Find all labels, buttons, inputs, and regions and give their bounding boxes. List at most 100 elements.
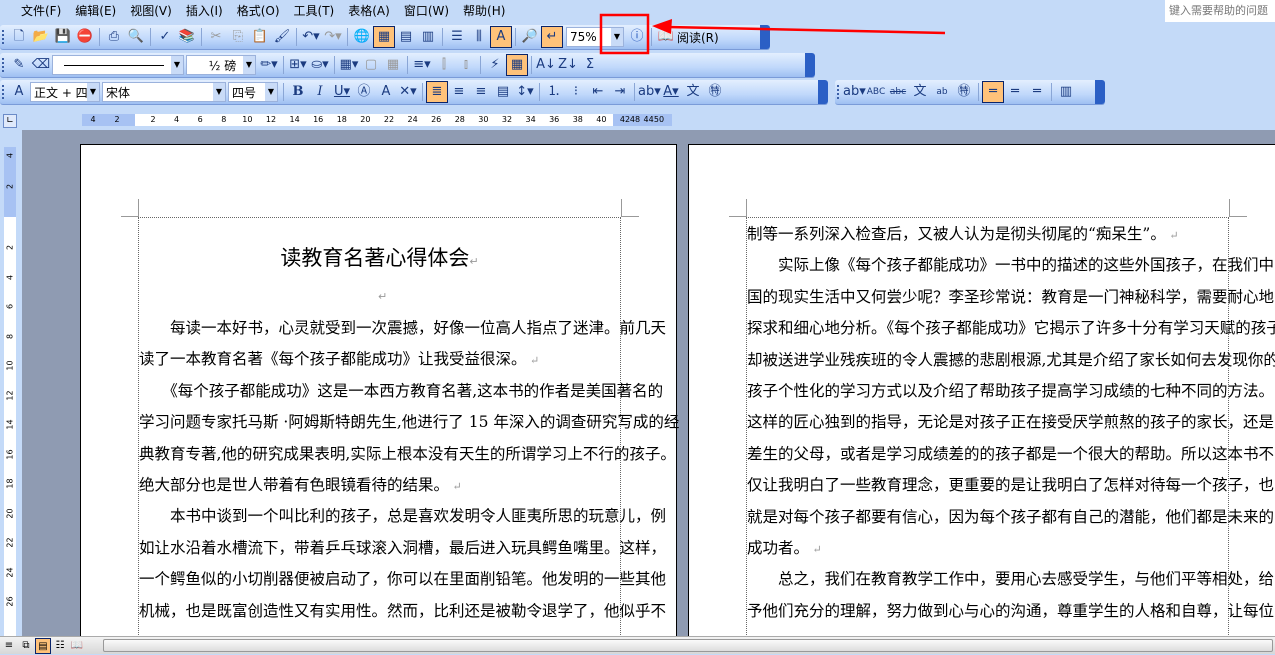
highlight-icon[interactable]: ab▾ (638, 81, 661, 103)
combine-characters-icon[interactable]: ab (931, 81, 953, 103)
character-scaling-icon[interactable]: ✕▾ (397, 81, 419, 103)
read-button[interactable]: 阅读(R) (677, 29, 719, 46)
text-line[interactable]: 实际上像《每个孩子都能成功》一书中的描述的这些外国孩子，在我们中 (747, 255, 1274, 275)
style-select[interactable]: 正文 + 四号▼ (30, 82, 100, 102)
paste-icon[interactable]: 📋 (249, 26, 271, 48)
distribute-rows-icon[interactable]: ⫿ (433, 54, 455, 76)
document-area[interactable]: 读教育名著心得体会↵ ↵ 每读一本好书，心灵就受到一次震撼，好像一位高人指点了迷… (22, 130, 1275, 636)
text-line[interactable]: 制等一系列深入检查后，又被人认为是彻头彻尾的“痴呆生”。 ↵ (747, 224, 1228, 244)
web-layout-view-icon[interactable]: ⧉ (18, 638, 34, 654)
redo-icon[interactable]: ↷▾ (322, 26, 344, 48)
text-line[interactable]: 每读一本好书，心灵就受到一次震撼，好像一位高人指点了迷津。前几天 (139, 318, 666, 338)
align-cell-icon[interactable]: ≡▾ (411, 54, 433, 76)
horizontal-ruler[interactable]: 4 2 2 4 6 8 10 12 14 16 18 20 22 24 26 28 30 32 34 36 38 40 42… (82, 114, 672, 126)
help-icon[interactable]: ⓘ (626, 26, 648, 48)
insert-table-icon[interactable]: ▤ (395, 26, 417, 48)
sort-descending-icon[interactable]: Z↓ (557, 54, 579, 76)
text-line[interactable]: 如让水沿着水槽流下，带着乒乓球滚入洞槽，最后进入玩具鳄鱼嘴里。这样， (139, 538, 666, 558)
text-line[interactable]: 读了一本教育名著《每个孩子都能成功》让我受益很深。 ↵ (139, 349, 620, 369)
text-line[interactable]: 成功者。 ↵ (747, 538, 1228, 558)
horizontal-scrollbar[interactable]: ≡ ⧉ ▤ ☷ 📖 (0, 636, 1275, 654)
insert-table-menu-icon[interactable]: ▦▾ (338, 54, 360, 76)
copy-icon[interactable]: ⎘ (227, 26, 249, 48)
merge-cells-icon[interactable]: ▢ (360, 54, 382, 76)
character-border-icon[interactable]: Ⓐ (353, 81, 375, 103)
columns-icon[interactable]: ☰ (446, 26, 468, 48)
menu-item[interactable]: 编辑(E) (68, 0, 123, 22)
distributed-icon[interactable]: ▤ (492, 81, 514, 103)
tab-selector-icon[interactable]: ∟ (3, 114, 17, 128)
table-autoformat-icon[interactable]: ⚡ (484, 54, 506, 76)
menu-item[interactable]: 窗口(W) (397, 0, 456, 22)
text-line[interactable]: 予他们充分的理解，努力做到心与心的沟通，尊重学生的人格和自尊，让每位 (747, 601, 1274, 621)
line-style-select[interactable]: ▼ (52, 55, 184, 75)
document-map-icon[interactable]: A (490, 26, 512, 48)
chevron-down-icon[interactable]: ▼ (611, 28, 623, 46)
cut-icon[interactable]: ✂ (205, 26, 227, 48)
help-search-input[interactable]: 键入需要帮助的问题 (1165, 0, 1275, 22)
underline-icon[interactable]: U▾ (331, 81, 353, 103)
show-gridlines-icon[interactable]: ▦ (506, 54, 528, 76)
text-line[interactable]: 探求和细心地分析。《每个孩子都能成功》它揭示了许多十分有学习天赋的孩子 (747, 318, 1275, 338)
center-icon[interactable]: ≡ (448, 81, 470, 103)
enclose-character-icon[interactable]: ㊕ (704, 81, 726, 103)
chevron-down-icon[interactable]: ▼ (87, 83, 99, 101)
align-center-icon[interactable]: ═ (1004, 81, 1026, 103)
drawing-icon[interactable]: ⫼ (468, 26, 490, 48)
show-hide-marks-icon[interactable]: ↵ (541, 26, 563, 48)
align-bottom-icon[interactable]: ═ (1026, 81, 1048, 103)
phonetic-guide-icon[interactable]: 文 (682, 81, 704, 103)
format-painter-icon[interactable]: 🖌 (271, 26, 293, 48)
justify-icon[interactable]: ≣ (426, 81, 448, 103)
text-line[interactable]: 本书中谈到一个叫比利的孩子，总是喜欢发明令人匪夷所思的玩意儿，例 (139, 506, 666, 526)
shading-color-icon[interactable]: ⛀▾ (309, 54, 331, 76)
text-line[interactable]: 典教育专著,他的研究成果表明,实际上根本没有天生的所谓学习上不行的孩子。 (139, 444, 676, 464)
bold-icon[interactable]: B (287, 81, 309, 103)
chevron-down-icon[interactable]: ▼ (171, 56, 183, 74)
autosum-icon[interactable]: Σ (579, 54, 601, 76)
double-strikethrough-icon[interactable]: abc (887, 81, 909, 103)
align-top-icon[interactable]: ═ (982, 81, 1004, 103)
menu-item[interactable]: 表格(A) (341, 0, 397, 22)
permission-icon[interactable]: ⛔ (74, 26, 96, 48)
styles-pane-icon[interactable]: A (8, 81, 30, 103)
menu-item[interactable]: 文件(F) (14, 0, 68, 22)
chevron-down-icon[interactable]: ▼ (265, 83, 277, 101)
scrollbar-thumb[interactable] (103, 639, 1273, 652)
menu-item[interactable]: 工具(T) (287, 0, 342, 22)
enclose-character-icon[interactable]: ㊕ (953, 81, 975, 103)
font-color-icon[interactable]: A▾ (660, 81, 682, 103)
menu-item[interactable]: 视图(V) (123, 0, 179, 22)
text-line[interactable]: 却被送进学业残疾班的令人震撼的悲剧根源,尤其是介绍了家长如何去发现你的 (747, 350, 1275, 370)
line-spacing-icon[interactable]: ↕▾ (514, 81, 536, 103)
text-line[interactable]: 差生的父母，或者是学习成绩差的的孩子都是一个很大的帮助。所以这本书不 (747, 444, 1274, 464)
text-line[interactable]: 孩子个性化的学习方式以及介绍了帮助孩子提高学习成绩的七种不同的方法。 (747, 381, 1274, 401)
emphasis-mark-icon[interactable]: ABC (865, 81, 887, 103)
research-icon[interactable]: 📚 (176, 26, 198, 48)
text-line[interactable]: 这样的匠心独到的指导，无论是对孩子正在接受厌学煎熬的孩子的家长，还是 (747, 412, 1274, 432)
text-line[interactable]: 机械，也是既富创造性又有实用性。然而，比利还是被勒令退学了，他似乎不 (139, 601, 666, 621)
font-size-select[interactable]: 四号 ▼ (228, 82, 278, 102)
increase-indent-icon[interactable]: ⇥ (609, 81, 631, 103)
sort-ascending-icon[interactable]: A↓ (535, 54, 557, 76)
bullets-icon[interactable]: ⁝ (565, 81, 587, 103)
reading-layout-view-icon[interactable]: 📖 (69, 638, 85, 654)
line-weight-select[interactable]: ½ 磅 ▼ (186, 55, 256, 75)
menu-item[interactable]: 插入(I) (179, 0, 230, 22)
normal-view-icon[interactable]: ≡ (1, 638, 17, 654)
vertical-ruler[interactable]: 4 2 2 4 6 8 10 12 14 16 18 20 22 24 26 (4, 147, 16, 636)
decrease-indent-icon[interactable]: ⇤ (587, 81, 609, 103)
border-color-icon[interactable]: ✏▾ (258, 54, 280, 76)
align-right-icon[interactable]: ≡ (470, 81, 492, 103)
save-icon[interactable]: 💾 (52, 26, 74, 48)
phonetic-guide-icon[interactable]: 文 (909, 81, 931, 103)
document-title[interactable]: 读教育名著心得体会↵ (139, 245, 620, 275)
text-line[interactable]: 总之，我们在教育教学工作中，要用心去感受学生，与他们平等相处，给 (747, 569, 1274, 589)
split-cells-icon[interactable]: ▦ (382, 54, 404, 76)
print-icon[interactable]: ⎙ (103, 26, 125, 48)
menu-item[interactable]: 帮助(H) (456, 0, 512, 22)
chevron-down-icon[interactable]: ▼ (243, 56, 255, 74)
distribute-columns-icon[interactable]: ⫾ (455, 54, 477, 76)
tables-borders-icon[interactable]: ▦ (373, 26, 395, 48)
text-line[interactable]: 国的现实生活中又何尝少呢？李圣珍常说：教育是一门神秘科学，需要耐心地 (747, 287, 1274, 307)
